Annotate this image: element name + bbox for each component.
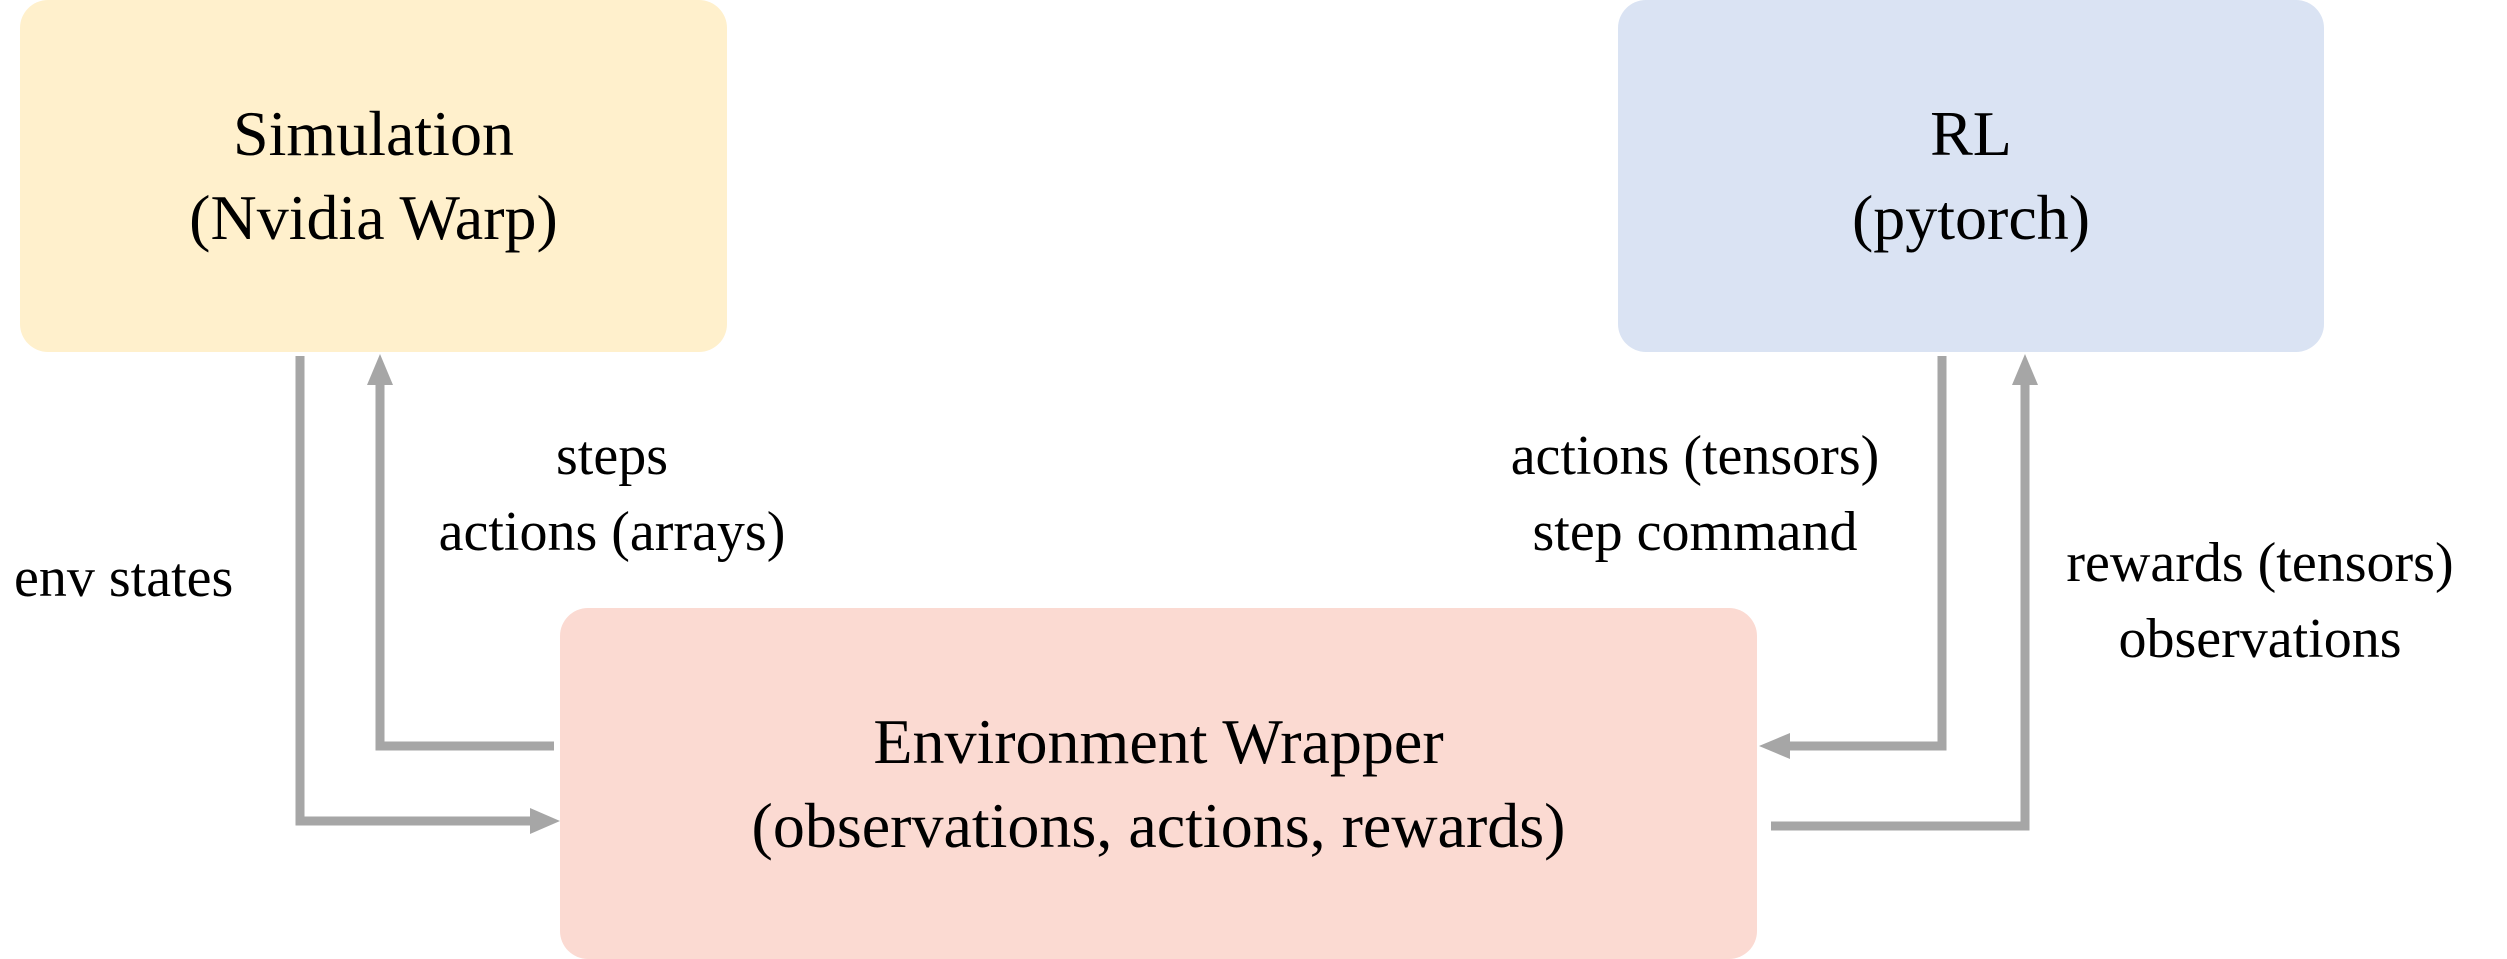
label-sim-steps: steps actions (arrays) (412, 418, 812, 570)
arrow-layer (295, 354, 2038, 834)
label-rl-rewards: rewards (tensors) observations (2035, 525, 2485, 677)
label-env-states: env states (14, 540, 233, 616)
label-rl-rewards-line2: observations (2118, 608, 2402, 670)
arrowhead-rl-rewards (2012, 354, 2038, 385)
label-sim-steps-line2: actions (arrays) (438, 501, 786, 563)
label-env-states-line1: env states (14, 547, 234, 609)
arrowhead-env-states (530, 808, 560, 834)
label-rl-actions-line2: step command (1532, 501, 1858, 563)
label-rl-actions-line1: actions (tensors) (1510, 425, 1880, 487)
label-rl-rewards-line1: rewards (tensors) (2066, 532, 2454, 594)
label-rl-actions: actions (tensors) step command (1470, 418, 1920, 570)
label-sim-steps-line1: steps (556, 425, 668, 487)
arrowhead-sim-steps (367, 354, 393, 385)
arrowhead-rl-actions (1759, 733, 1790, 759)
